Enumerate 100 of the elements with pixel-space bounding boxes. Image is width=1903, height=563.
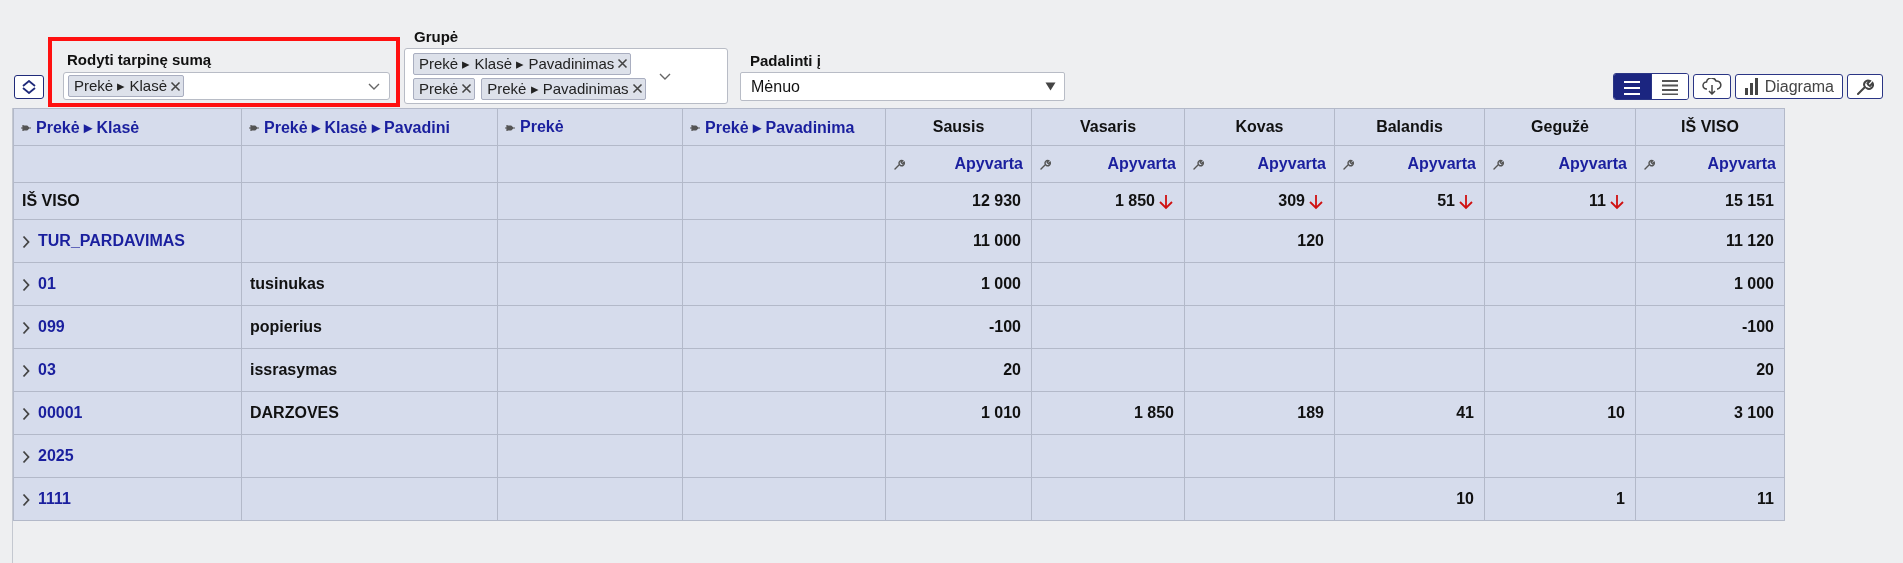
tag-label: Prekė ▸ Klasė ▸ Pavadinimas <box>419 54 615 73</box>
table-cell: 3 100 <box>1635 391 1785 435</box>
down-arrow-icon <box>1158 193 1174 210</box>
down-arrow-icon <box>1458 193 1474 210</box>
column-header: Balandis <box>1334 108 1485 146</box>
header-cell[interactable]: Prekė <box>497 108 683 146</box>
wrench-icon[interactable] <box>1193 158 1204 170</box>
cell-value: 11 <box>1589 192 1606 209</box>
table-cell: 189 <box>1184 391 1335 435</box>
wrench-icon[interactable] <box>894 158 905 170</box>
column-header: Kovas <box>1184 108 1335 146</box>
filter-tag[interactable]: Prekė ▸ Klasė ▸ Pavadinimas <box>413 52 632 75</box>
filter-tag[interactable]: Prekė ▸ Pavadinimas <box>481 77 646 100</box>
header-cell[interactable]: Prekė ▸ Klasė ▸ Pavadini <box>241 108 498 146</box>
dropdown-value: Mėnuo <box>751 77 801 96</box>
column-title: Prekė <box>520 118 564 135</box>
table-cell: 10 <box>1484 391 1636 435</box>
expand-chevron-icon[interactable] <box>22 320 30 335</box>
filter-tag[interactable]: Prekė ▸ Klasė <box>68 75 185 97</box>
row-label[interactable]: 1111 <box>38 490 71 507</box>
table-cell: 20 <box>1635 348 1785 392</box>
table-cell: 11 000 <box>885 219 1032 263</box>
table-cell: 41 <box>1334 391 1485 435</box>
down-arrow-icon <box>1308 193 1324 210</box>
dropdown-chevron-icon[interactable] <box>367 81 381 91</box>
cell-value: 15 151 <box>1725 192 1774 209</box>
wrench-icon[interactable] <box>1343 158 1354 170</box>
cell-value: 309 <box>1278 192 1305 209</box>
view-toggle-button[interactable] <box>1613 74 1651 99</box>
filter-tag[interactable]: Prekė <box>413 77 476 100</box>
table-cell: 11 120 <box>1635 219 1785 263</box>
column-header: IŠ VISO <box>1635 108 1785 146</box>
measure-title[interactable]: Apyvarta <box>1558 155 1627 173</box>
table-cell: 1 000 <box>1635 262 1785 306</box>
table-cell: DARZOVES <box>241 391 498 435</box>
table-cell: issrasymas <box>241 348 498 392</box>
wrench-icon[interactable] <box>1493 158 1504 170</box>
table-cell: IŠ VISO <box>13 182 242 220</box>
tag-label: Prekė ▸ Pavadinimas <box>487 79 629 98</box>
measure-title[interactable]: Apyvarta <box>1407 155 1476 173</box>
row-label[interactable]: TUR_PARDAVIMAS <box>38 232 185 249</box>
expand-chevron-icon[interactable] <box>22 363 30 378</box>
table-cell: 11 <box>1635 477 1785 521</box>
table-cell: 1 000 <box>885 262 1032 306</box>
expand-chevron-icon[interactable] <box>22 406 30 421</box>
expand-chevron-icon[interactable] <box>22 277 30 292</box>
field-label: Rodyti tarpinę sumą <box>67 51 213 68</box>
measure-title[interactable]: Apyvarta <box>1707 155 1776 173</box>
row-label[interactable]: 00001 <box>38 404 83 421</box>
list-view-icon <box>1622 78 1643 95</box>
table-cell: 1 <box>1484 477 1636 521</box>
table-cell: -100 <box>1635 305 1785 349</box>
header-cell[interactable]: Prekė ▸ Pavadinima <box>682 108 886 146</box>
cell-value: 12 930 <box>972 192 1021 209</box>
settings-button[interactable] <box>1847 74 1883 99</box>
table-cell: tusinukas <box>241 262 498 306</box>
close-icon[interactable] <box>461 83 473 94</box>
close-icon[interactable] <box>631 83 643 94</box>
bar-chart-icon <box>1743 78 1760 95</box>
expand-chevron-icon[interactable] <box>22 449 30 464</box>
wrench-icon[interactable] <box>1040 158 1051 170</box>
close-icon[interactable] <box>617 58 629 69</box>
cell-value: 1 850 <box>1114 192 1155 209</box>
table-cell: 120 <box>1184 219 1335 263</box>
diamond-chevron-icon <box>21 80 37 94</box>
close-icon[interactable] <box>170 80 182 92</box>
expand-chevron-icon[interactable] <box>22 492 30 507</box>
measure-title[interactable]: Apyvarta <box>954 155 1023 173</box>
table-cell: 10 <box>1334 477 1485 521</box>
dropdown-triangle-icon <box>1045 82 1056 91</box>
chart-button[interactable]: Diagrama <box>1734 74 1843 99</box>
tag-label: Prekė <box>419 80 459 97</box>
row-label[interactable]: 01 <box>38 275 56 292</box>
down-arrow-icon <box>1609 193 1625 210</box>
view-toggle-button[interactable] <box>1650 74 1688 99</box>
row-label[interactable]: 099 <box>38 318 65 335</box>
column-title: Prekė ▸ Klasė ▸ Pavadini <box>264 118 450 136</box>
dropdown-field[interactable]: Mėnuo <box>740 72 1065 101</box>
expand-chevron-icon[interactable] <box>22 234 30 249</box>
column-title: Prekė ▸ Klasė <box>36 118 140 136</box>
collapse-toggle-button[interactable] <box>14 75 44 99</box>
column-header: Vasaris <box>1031 108 1185 146</box>
tag-label: Prekė ▸ Klasė <box>74 77 168 95</box>
column-title: Prekė ▸ Pavadinima <box>705 118 855 136</box>
multiselect-field[interactable]: Prekė ▸ Klasė <box>63 72 390 100</box>
measure-title[interactable]: Apyvarta <box>1257 155 1326 173</box>
wrench-icon <box>1856 77 1874 96</box>
row-label[interactable]: 03 <box>38 361 56 378</box>
measure-title[interactable]: Apyvarta <box>1107 155 1176 173</box>
header-cell[interactable]: Prekė ▸ Klasė <box>13 108 242 146</box>
compact-list-icon <box>1659 78 1680 95</box>
field-label: Grupė <box>414 28 460 45</box>
download-button[interactable] <box>1692 74 1731 99</box>
table-cell: 20 <box>885 348 1032 392</box>
table-cell: -100 <box>885 305 1032 349</box>
wrench-icon[interactable] <box>1644 158 1655 170</box>
multiselect-field[interactable]: Prekė ▸ Klasė ▸ Pavadinimas Prekė Prekė ▸ Pavadinimas <box>404 48 728 104</box>
row-label[interactable]: 2025 <box>38 447 74 464</box>
column-header: Sausis <box>885 108 1032 146</box>
dropdown-chevron-icon[interactable] <box>658 71 672 81</box>
